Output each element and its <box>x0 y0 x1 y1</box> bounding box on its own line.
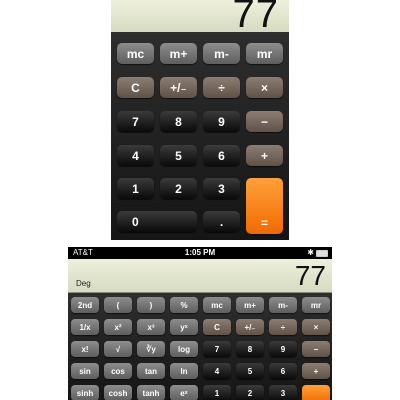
multiply-button[interactable]: × <box>302 319 330 335</box>
sign-toggle-button[interactable]: +/₋ <box>236 319 264 335</box>
digit-8-button[interactable]: 8 <box>160 111 197 132</box>
digit-7-button[interactable]: 7 <box>117 111 154 132</box>
equals-button[interactable] <box>302 385 330 400</box>
plus-button[interactable]: + <box>302 363 330 379</box>
cube-button[interactable]: x³ <box>137 319 165 335</box>
minus-button[interactable]: − <box>302 341 330 357</box>
tan-button[interactable]: tan <box>137 363 165 379</box>
divide-button[interactable]: ÷ <box>269 319 297 335</box>
factorial-button[interactable]: x! <box>71 341 99 357</box>
open-paren-button[interactable]: ( <box>104 297 132 313</box>
nth-root-button[interactable]: ∛y <box>137 341 165 357</box>
cos-button[interactable]: cos <box>104 363 132 379</box>
clock-label: 1:05 PM <box>184 248 216 257</box>
digit-3-button[interactable]: 3 <box>269 385 297 400</box>
digit-3-button[interactable]: 3 <box>203 178 240 199</box>
portrait-display: 77 <box>111 0 289 36</box>
digit-2-button[interactable]: 2 <box>236 385 264 400</box>
digit-6-button[interactable]: 6 <box>203 145 240 166</box>
sinh-button[interactable]: sinh <box>71 385 99 400</box>
clear-button[interactable]: C <box>117 77 154 98</box>
digit-5-button[interactable]: 5 <box>236 363 264 379</box>
landscape-display: Deg 77 <box>68 259 332 293</box>
mr-button[interactable]: mr <box>302 297 330 313</box>
tanh-button[interactable]: tanh <box>137 385 165 400</box>
minus-button[interactable]: − <box>246 111 283 132</box>
digit-0-button[interactable]: 0 <box>117 211 197 232</box>
digit-6-button[interactable]: 6 <box>269 363 297 379</box>
ln-button[interactable]: ln <box>170 363 198 379</box>
decimal-button[interactable]: . <box>203 211 240 232</box>
bluetooth-icon: ✱ <box>307 248 314 257</box>
equals-button[interactable]: = <box>246 178 283 234</box>
multiply-button[interactable]: × <box>246 77 283 98</box>
reciprocal-button[interactable]: 1/x <box>71 319 99 335</box>
display-value: 77 <box>294 260 326 291</box>
landscape-keypad: 2nd ( ) % mc m+ m- mr 1/x x² x³ yˣ C +/₋… <box>68 293 332 400</box>
digit-4-button[interactable]: 4 <box>203 363 231 379</box>
mc-button[interactable]: mc <box>203 297 231 313</box>
digit-1-button[interactable]: 1 <box>203 385 231 400</box>
display-value: 77 <box>232 0 279 36</box>
log-button[interactable]: log <box>170 341 198 357</box>
m-plus-button[interactable]: m+ <box>236 297 264 313</box>
digit-8-button[interactable]: 8 <box>236 341 264 357</box>
square-root-button[interactable]: √ <box>104 341 132 357</box>
exp-button[interactable]: eˣ <box>170 385 198 400</box>
angle-mode-label: Deg <box>76 279 91 288</box>
digit-4-button[interactable]: 4 <box>117 145 154 166</box>
sin-button[interactable]: sin <box>71 363 99 379</box>
plus-button[interactable]: + <box>246 145 283 166</box>
percent-button[interactable]: % <box>170 297 198 313</box>
digit-1-button[interactable]: 1 <box>117 178 154 199</box>
digit-7-button[interactable]: 7 <box>203 341 231 357</box>
battery-icon <box>316 250 328 257</box>
status-bar: AT&T 1:05 PM ✱ <box>68 247 332 259</box>
cosh-button[interactable]: cosh <box>104 385 132 400</box>
sign-toggle-button[interactable]: +/₋ <box>160 77 197 98</box>
m-minus-button[interactable]: m- <box>203 43 240 64</box>
close-paren-button[interactable]: ) <box>137 297 165 313</box>
m-minus-button[interactable]: m- <box>269 297 297 313</box>
landscape-calculator: AT&T 1:05 PM ✱ Deg 77 2nd ( ) % mc m+ m-… <box>68 247 332 400</box>
second-function-button[interactable]: 2nd <box>71 297 99 313</box>
digit-9-button[interactable]: 9 <box>203 111 240 132</box>
power-button[interactable]: yˣ <box>170 319 198 335</box>
mr-button[interactable]: mr <box>246 43 283 64</box>
clear-button[interactable]: C <box>203 319 231 335</box>
square-button[interactable]: x² <box>104 319 132 335</box>
digit-2-button[interactable]: 2 <box>160 178 197 199</box>
digit-5-button[interactable]: 5 <box>160 145 197 166</box>
divide-button[interactable]: ÷ <box>203 77 240 98</box>
mc-button[interactable]: mc <box>117 43 154 64</box>
digit-9-button[interactable]: 9 <box>269 341 297 357</box>
portrait-keypad: mc m+ m- mr C +/₋ ÷ × 7 8 9 − 4 5 6 + 1 … <box>111 32 289 240</box>
m-plus-button[interactable]: m+ <box>160 43 197 64</box>
portrait-calculator: 77 mc m+ m- mr C +/₋ ÷ × 7 8 9 − 4 5 6 +… <box>111 0 289 240</box>
